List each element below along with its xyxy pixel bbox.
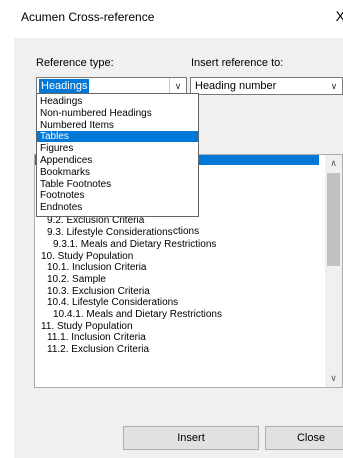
dropdown-option[interactable]: Numbered Items (37, 120, 198, 131)
insert-button[interactable]: Insert (123, 426, 259, 450)
dropdown-option[interactable]: Figures (37, 143, 198, 154)
list-item-partial[interactable]: ctions (173, 226, 199, 237)
scroll-down-icon[interactable]: ∨ (325, 370, 342, 387)
chevron-down-icon[interactable]: ∨ (326, 78, 342, 94)
dropdown-option[interactable]: Non-numbered Headings (37, 108, 198, 119)
list-item[interactable]: 10.4.1. Meals and Dietary Restrictions (53, 309, 222, 320)
dropdown-option[interactable]: Footnotes (37, 190, 198, 201)
window-title: Acumen Cross-reference (21, 10, 155, 24)
list-item[interactable]: 10.1. Inclusion Criteria (47, 262, 147, 273)
list-item[interactable]: 10.4. Lifestyle Considerations (47, 297, 178, 308)
scrollbar-thumb[interactable] (327, 173, 340, 266)
insert-reference-to-value: Heading number (195, 80, 277, 92)
list-item[interactable]: 11.2. Exclusion Criteria (47, 344, 149, 355)
dropdown-option[interactable]: Bookmarks (37, 167, 198, 178)
title-bar: Acumen Cross-reference X (14, 0, 343, 38)
chevron-down-icon[interactable]: ∨ (169, 78, 186, 94)
dropdown-option[interactable]: Appendices (37, 155, 198, 166)
dropdown-option[interactable]: Tables (37, 131, 198, 143)
insert-reference-to-label: Insert reference to: (191, 57, 284, 69)
list-item[interactable]: 9.3. Lifestyle Considerations (47, 227, 173, 238)
scroll-up-icon[interactable]: ∧ (325, 155, 342, 172)
list-item[interactable]: 10.2. Sample (47, 274, 106, 285)
dropdown-option[interactable]: Headings (37, 96, 198, 107)
cross-reference-dialog: Acumen Cross-reference X Reference type:… (14, 0, 343, 458)
reference-type-value: Headings (37, 78, 91, 94)
list-item[interactable]: 10.3. Exclusion Criteria (47, 286, 150, 297)
list-item[interactable]: 10. Study Population (41, 251, 133, 262)
close-button[interactable]: Close (265, 426, 343, 450)
reference-type-dropdown[interactable]: Headings Non-numbered Headings Numbered It… (36, 93, 199, 217)
dropdown-option[interactable]: Endnotes (37, 202, 198, 213)
list-item[interactable]: 9.3.1. Meals and Dietary Restrictions (53, 239, 216, 250)
reference-type-label: Reference type: (36, 57, 114, 69)
close-icon[interactable]: X (336, 8, 343, 24)
list-item[interactable]: 11.1. Inclusion Criteria (47, 332, 146, 343)
list-item[interactable]: 11. Study Population (41, 321, 133, 332)
insert-reference-to-select[interactable]: Heading number ∨ (190, 77, 343, 95)
list-item[interactable]: 9.2. Exclusion Criteria (47, 215, 144, 226)
vertical-scrollbar[interactable]: ∧ ∨ (325, 155, 342, 387)
dropdown-option[interactable]: Table Footnotes (37, 179, 198, 190)
